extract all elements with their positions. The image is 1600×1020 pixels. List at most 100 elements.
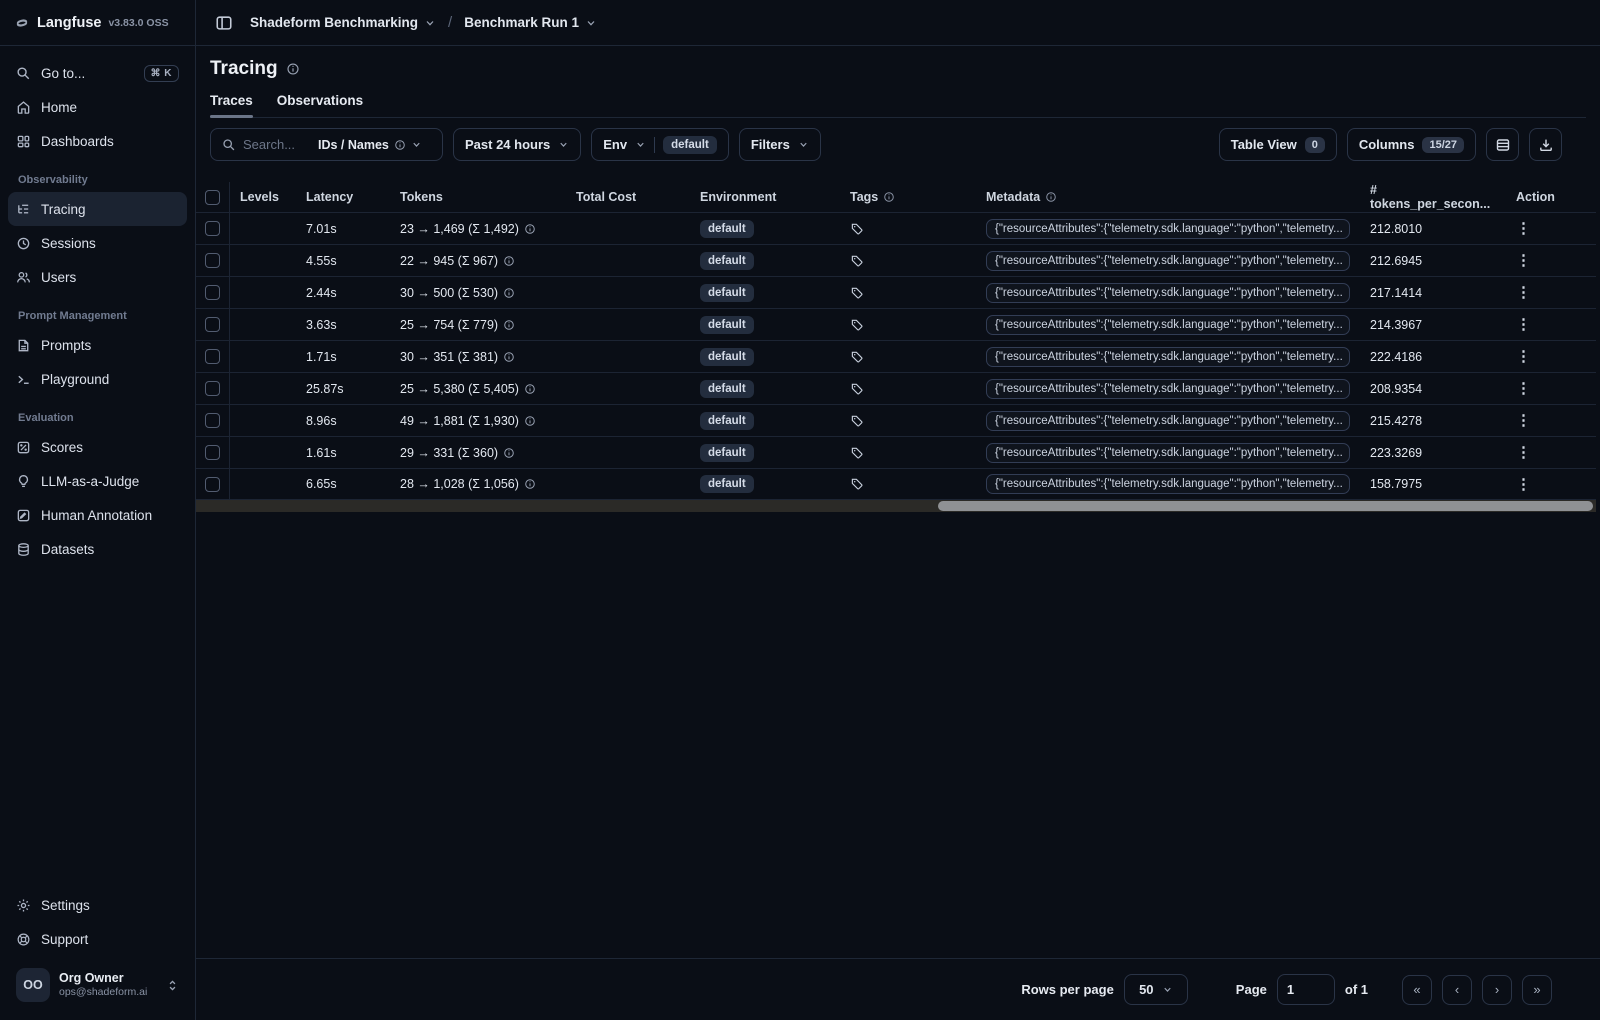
sidebar-item-datasets[interactable]: Datasets [8,532,187,566]
row-checkbox[interactable] [205,221,220,236]
tab-traces[interactable]: Traces [210,93,253,118]
info-icon[interactable] [503,255,515,267]
info-icon[interactable] [524,223,536,235]
info-icon[interactable] [524,478,536,490]
row-checkbox[interactable] [205,445,220,460]
add-tag-button[interactable] [850,222,864,236]
row-actions-menu[interactable]: ⋮ [1516,413,1531,428]
page-number-input[interactable] [1276,974,1335,1005]
filters-dropdown[interactable]: Filters [738,128,821,161]
row-actions-menu[interactable]: ⋮ [1516,285,1531,300]
row-actions-menu[interactable]: ⋮ [1516,381,1531,396]
columns-button[interactable]: Columns 15/27 [1346,128,1476,161]
sidebar-item-dashboards[interactable]: Dashboards [8,124,187,158]
last-page-button[interactable]: » [1522,974,1552,1005]
horizontal-scrollbar[interactable] [196,500,1596,512]
sidebar-item-home[interactable]: Home [8,90,187,124]
user-menu[interactable]: OO Org Owner ops@shadeform.ai [8,962,187,1008]
sidebar-item-prompts[interactable]: Prompts [8,328,187,362]
info-icon[interactable] [524,415,536,427]
rows-per-page-select[interactable]: 50 [1123,974,1188,1005]
header-latency[interactable]: Latency [296,190,390,204]
header-metadata[interactable]: Metadata [976,190,1360,204]
info-icon[interactable] [503,351,515,363]
row-actions-menu[interactable]: ⋮ [1516,445,1531,460]
scrollbar-thumb[interactable] [938,501,1593,511]
metadata-preview[interactable]: {"resourceAttributes":{"telemetry.sdk.la… [986,314,1350,335]
info-icon[interactable] [524,383,536,395]
header-levels[interactable]: Levels [230,190,296,204]
sidebar-item-tracing[interactable]: Tracing [8,192,187,226]
time-range-dropdown[interactable]: Past 24 hours [453,128,582,161]
info-icon[interactable] [286,62,300,76]
add-tag-button[interactable] [850,382,864,396]
sidebar-item-sessions[interactable]: Sessions [8,226,187,260]
export-button[interactable] [1529,128,1562,161]
header-environment[interactable]: Environment [690,190,840,204]
row-actions-menu[interactable]: ⋮ [1516,221,1531,236]
row-height-button[interactable] [1486,128,1519,161]
row-checkbox[interactable] [205,285,220,300]
table-row[interactable]: 25.87s 25 → 5,380 (Σ 5,405) default {"re… [196,372,1596,404]
select-all-checkbox[interactable] [205,189,220,205]
header-tokens[interactable]: Tokens [390,190,566,204]
table-row[interactable]: 1.71s 30 → 351 (Σ 381) default {"resourc… [196,340,1596,372]
info-icon[interactable] [503,287,515,299]
info-icon[interactable] [503,447,515,459]
row-actions-menu[interactable]: ⋮ [1516,477,1531,492]
table-row[interactable]: 6.65s 28 → 1,028 (Σ 1,056) default {"res… [196,468,1596,500]
next-page-button[interactable]: › [1482,974,1512,1005]
table-row[interactable]: 8.96s 49 → 1,881 (Σ 1,930) default {"res… [196,404,1596,436]
search-input-group[interactable]: IDs / Names [210,128,443,161]
tab-observations[interactable]: Observations [277,93,363,117]
row-actions-menu[interactable]: ⋮ [1516,349,1531,364]
metadata-preview[interactable]: {"resourceAttributes":{"telemetry.sdk.la… [986,442,1350,463]
metadata-preview[interactable]: {"resourceAttributes":{"telemetry.sdk.la… [986,474,1350,494]
row-checkbox[interactable] [205,476,220,492]
sidebar-item-users[interactable]: Users [8,260,187,294]
sidebar-item-goto[interactable]: Go to... ⌘ K [8,56,187,90]
table-row[interactable]: 7.01s 23 → 1,469 (Σ 1,492) default {"res… [196,212,1596,244]
sidebar-item-llm-judge[interactable]: LLM-as-a-Judge [8,464,187,498]
breadcrumb-org[interactable]: Shadeform Benchmarking [250,15,436,30]
metadata-preview[interactable]: {"resourceAttributes":{"telemetry.sdk.la… [986,282,1350,303]
sidebar-item-playground[interactable]: Playground [8,362,187,396]
sidebar-item-settings[interactable]: Settings [8,888,187,922]
add-tag-button[interactable] [850,414,864,428]
table-view-button[interactable]: Table View 0 [1218,128,1337,161]
previous-page-button[interactable]: ‹ [1442,974,1472,1005]
metadata-preview[interactable]: {"resourceAttributes":{"telemetry.sdk.la… [986,410,1350,431]
add-tag-button[interactable] [850,286,864,300]
add-tag-button[interactable] [850,254,864,268]
metadata-preview[interactable]: {"resourceAttributes":{"telemetry.sdk.la… [986,250,1350,271]
header-total-cost[interactable]: Total Cost [566,190,690,204]
sidebar-item-human-annotation[interactable]: Human Annotation [8,498,187,532]
table-row[interactable]: 3.63s 25 → 754 (Σ 779) default {"resourc… [196,308,1596,340]
row-checkbox[interactable] [205,381,220,396]
sidebar-toggle-button[interactable] [210,9,238,37]
search-mode-dropdown[interactable]: IDs / Names [318,138,422,152]
metadata-preview[interactable]: {"resourceAttributes":{"telemetry.sdk.la… [986,218,1350,239]
table-row[interactable]: 2.44s 30 → 500 (Σ 530) default {"resourc… [196,276,1596,308]
first-page-button[interactable]: « [1402,974,1432,1005]
breadcrumb-project[interactable]: Benchmark Run 1 [464,15,597,30]
env-filter-dropdown[interactable]: Env default [591,128,729,161]
table-row[interactable]: 4.55s 22 → 945 (Σ 967) default {"resourc… [196,244,1596,276]
row-checkbox[interactable] [205,317,220,332]
sidebar-item-scores[interactable]: Scores [8,430,187,464]
row-checkbox[interactable] [205,413,220,428]
add-tag-button[interactable] [850,350,864,364]
row-checkbox[interactable] [205,253,220,268]
add-tag-button[interactable] [850,477,864,491]
info-icon[interactable] [503,319,515,331]
row-checkbox[interactable] [205,349,220,364]
header-tags[interactable]: Tags [840,190,976,204]
search-input[interactable] [243,137,311,152]
sidebar-item-support[interactable]: Support [8,922,187,956]
row-actions-menu[interactable]: ⋮ [1516,317,1531,332]
header-tokens-per-second[interactable]: # tokens_per_secon... [1360,183,1506,211]
metadata-preview[interactable]: {"resourceAttributes":{"telemetry.sdk.la… [986,346,1350,367]
row-actions-menu[interactable]: ⋮ [1516,253,1531,268]
add-tag-button[interactable] [850,446,864,460]
table-row[interactable]: 1.61s 29 → 331 (Σ 360) default {"resourc… [196,436,1596,468]
